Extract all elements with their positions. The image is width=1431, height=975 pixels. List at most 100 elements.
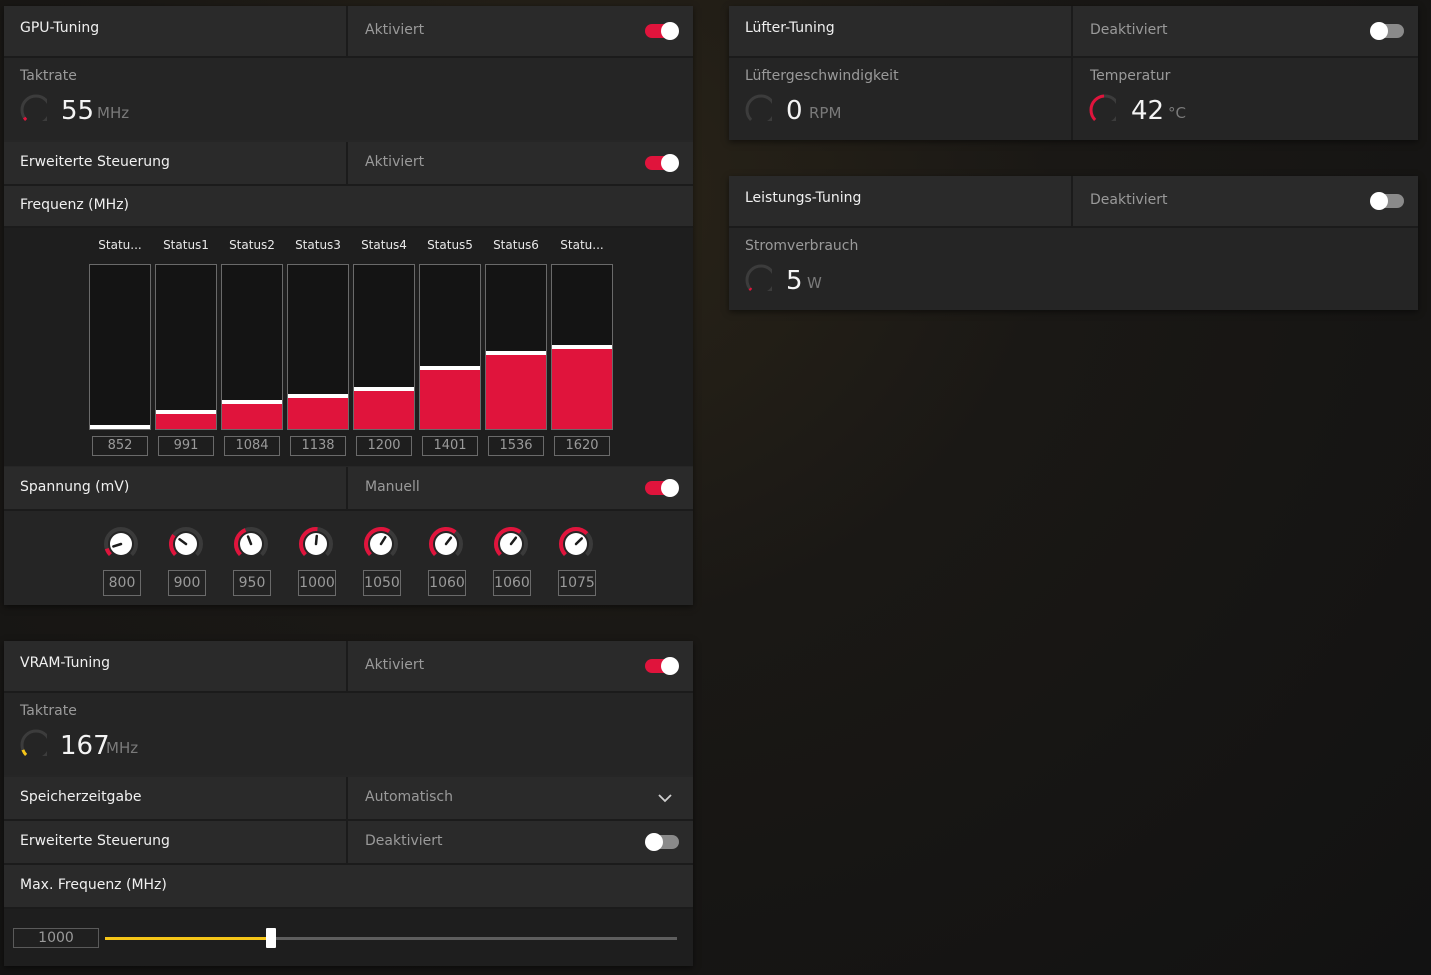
vram-clock-gauge-icon: [20, 729, 47, 756]
gpu-frequency-bars: Statu... 852 Status1 991 Status2 1084 Status3 1…: [4, 228, 693, 466]
vram-tuning-status: Aktiviert: [365, 657, 425, 673]
fan-speed-metric: Lüftergeschwindigkeit 0 RPM: [729, 58, 1071, 140]
gpu-clock-value: 55: [61, 96, 95, 126]
voltage-knob-icon[interactable]: [101, 524, 141, 564]
fan-temperature-value: 42: [1131, 96, 1165, 126]
fan-temperature-unit: °C: [1168, 104, 1186, 122]
voltage-knob-icon[interactable]: [166, 524, 206, 564]
frequency-state-bar[interactable]: [221, 264, 283, 430]
voltage-knob-icon[interactable]: [556, 524, 596, 564]
frequency-state-6: Status6 1536: [485, 228, 547, 466]
voltage-value[interactable]: 800: [103, 570, 141, 596]
vram-clock-unit: MHz: [106, 739, 139, 757]
gpu-advanced-label: Erweiterte Steuerung: [20, 154, 170, 170]
frequency-state-label: Status5: [427, 238, 473, 252]
frequency-state-bar[interactable]: [89, 264, 151, 430]
toggle-knob: [661, 154, 679, 172]
frequency-state-bar[interactable]: [551, 264, 613, 430]
power-tuning-title: Leistungs-Tuning: [745, 190, 862, 206]
frequency-state-bar-fill: [288, 394, 348, 429]
voltage-value[interactable]: 1075: [558, 570, 596, 596]
voltage-knob-icon[interactable]: [296, 524, 336, 564]
voltage-value[interactable]: 1060: [428, 570, 466, 596]
frequency-state-value[interactable]: 1401: [422, 436, 478, 456]
voltage-value[interactable]: 900: [168, 570, 206, 596]
voltage-state-4: 1050: [349, 524, 413, 600]
fan-tuning-toggle[interactable]: [1370, 22, 1404, 40]
voltage-value[interactable]: 950: [233, 570, 271, 596]
frequency-state-value[interactable]: 991: [158, 436, 214, 456]
vram-tuning-toggle[interactable]: [645, 657, 679, 675]
voltage-state-0: 800: [89, 524, 153, 600]
fan-temperature-label: Temperatur: [1090, 68, 1171, 84]
frequency-state-value[interactable]: 1138: [290, 436, 346, 456]
voltage-state-3: 1000: [284, 524, 348, 600]
frequency-state-label: Status2: [229, 238, 275, 252]
vram-advanced-row: Erweiterte Steuerung Deaktiviert: [4, 821, 693, 865]
slider-handle[interactable]: [266, 928, 276, 948]
vram-max-frequency-input[interactable]: 1000: [13, 928, 99, 948]
vram-timing-value[interactable]: Automatisch: [365, 789, 453, 805]
voltage-knob-icon[interactable]: [491, 524, 531, 564]
frequency-state-label: Status6: [493, 238, 539, 252]
frequency-state-bar[interactable]: [419, 264, 481, 430]
voltage-state-6: 1060: [479, 524, 543, 600]
chevron-down-icon[interactable]: [658, 793, 672, 803]
vram-max-frequency-header: Max. Frequenz (MHz): [4, 865, 693, 909]
gpu-voltage-knobs: 800 900 950 1000 1050 1060 1060 1075: [4, 511, 693, 605]
frequency-state-value[interactable]: 1084: [224, 436, 280, 456]
frequency-state-bar-fill: [354, 387, 414, 429]
fan-tuning-title: Lüfter-Tuning: [745, 20, 835, 36]
gpu-tuning-toggle[interactable]: [645, 22, 679, 40]
voltage-knob-icon[interactable]: [231, 524, 271, 564]
fan-tuning-header: Lüfter-Tuning Deaktiviert: [729, 6, 1418, 58]
frequency-state-bar[interactable]: [353, 264, 415, 430]
power-usage-metric: Stromverbrauch 5 W: [729, 228, 1418, 310]
frequency-state-value[interactable]: 1200: [356, 436, 412, 456]
vram-tuning-header: VRAM-Tuning Aktiviert: [4, 641, 693, 693]
frequency-state-value[interactable]: 1620: [554, 436, 610, 456]
gpu-voltage-mode: Manuell: [365, 479, 420, 495]
frequency-state-value[interactable]: 1536: [488, 436, 544, 456]
vram-tuning-title: VRAM-Tuning: [20, 655, 110, 671]
slider-fill: [105, 937, 271, 940]
gpu-tuning-header: GPU-Tuning Aktiviert: [4, 6, 693, 58]
fan-tuning-status: Deaktiviert: [1090, 22, 1168, 38]
power-usage-unit: W: [807, 274, 822, 292]
frequency-state-1: Status1 991: [155, 228, 217, 466]
voltage-value[interactable]: 1050: [363, 570, 401, 596]
fan-speed-gauge-icon: [745, 94, 772, 121]
frequency-state-label: Statu...: [98, 238, 142, 252]
vram-advanced-label: Erweiterte Steuerung: [20, 833, 170, 849]
vram-timing-row[interactable]: Speicherzeitgabe Automatisch: [4, 777, 693, 821]
gpu-advanced-toggle[interactable]: [645, 154, 679, 172]
power-tuning-panel: Leistungs-Tuning Deaktiviert Stromverbra…: [729, 176, 1418, 310]
vram-max-frequency-slider[interactable]: [105, 928, 677, 948]
frequency-state-bar-fill: [156, 410, 216, 429]
toggle-knob: [1370, 192, 1388, 210]
voltage-value[interactable]: 1060: [493, 570, 531, 596]
vram-advanced-toggle[interactable]: [645, 833, 679, 851]
fan-temperature-metric: Temperatur 42 °C: [1073, 58, 1418, 140]
voltage-knob-icon[interactable]: [361, 524, 401, 564]
gpu-frequency-label: Frequenz (MHz): [20, 197, 130, 213]
vram-max-frequency-label: Max. Frequenz (MHz): [20, 877, 167, 893]
frequency-state-5: Status5 1401: [419, 228, 481, 466]
toggle-knob: [661, 479, 679, 497]
toggle-knob: [645, 833, 663, 851]
frequency-state-bar[interactable]: [287, 264, 349, 430]
frequency-state-bar-fill: [486, 351, 546, 429]
vram-clock-value: 167: [60, 731, 110, 761]
gpu-tuning-status: Aktiviert: [365, 22, 425, 38]
frequency-state-bar[interactable]: [155, 264, 217, 430]
voltage-value[interactable]: 1000: [298, 570, 336, 596]
frequency-state-value[interactable]: 852: [92, 436, 148, 456]
voltage-knob-icon[interactable]: [426, 524, 466, 564]
frequency-state-bar[interactable]: [485, 264, 547, 430]
gpu-tuning-panel: GPU-Tuning Aktiviert Taktrate 55 MHz Erw…: [4, 6, 693, 605]
power-tuning-toggle[interactable]: [1370, 192, 1404, 210]
gpu-voltage-toggle[interactable]: [645, 479, 679, 497]
frequency-state-3: Status3 1138: [287, 228, 349, 466]
vram-advanced-status: Deaktiviert: [365, 833, 443, 849]
voltage-state-1: 900: [154, 524, 218, 600]
